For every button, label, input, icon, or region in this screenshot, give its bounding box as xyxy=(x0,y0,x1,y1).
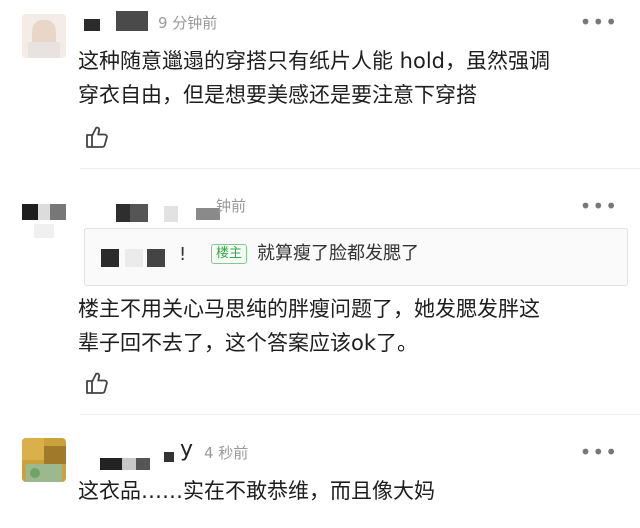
comment-item: y 4 秒前 ••• 这衣品……实在不敢恭维，而且像大妈 xyxy=(0,416,640,528)
comment-time: 9 分钟前 xyxy=(158,14,218,32)
comment-item: 钟前 ••• ! 楼主 就算瘦了脸都发腮了 楼主不用关心马思纯的胖瘦问题了，她发… xyxy=(0,170,640,416)
comment-text-line: 这衣品……实在不敢恭维，而且像大妈 xyxy=(78,479,435,503)
more-options-button[interactable]: ••• xyxy=(580,442,618,462)
username-masked[interactable] xyxy=(100,448,182,470)
comment-item: 9 分钟前 ••• 这种随意邋遢的穿搭只有纸片人能 hold，虽然强调 穿衣自由… xyxy=(0,0,640,170)
comment-text: 这衣品……实在不敢恭维，而且像大妈 xyxy=(78,474,618,508)
thumbs-up-icon xyxy=(86,372,108,394)
like-button[interactable] xyxy=(84,124,110,150)
username-tail: y xyxy=(180,437,194,462)
quote-author-suffix: ! xyxy=(179,244,187,265)
divider xyxy=(80,168,640,169)
comment-text: 楼主不用关心马思纯的胖瘦问题了，她发腮发胖这 辈子回不去了，这个答案应该ok了。 xyxy=(78,292,618,360)
comment-text-line: 楼主不用关心马思纯的胖瘦问题了，她发腮发胖这 xyxy=(78,297,540,321)
avatar[interactable] xyxy=(22,438,66,482)
op-badge: 楼主 xyxy=(211,244,248,264)
comment-time: 4 秒前 xyxy=(204,444,249,462)
avatar[interactable] xyxy=(22,14,66,58)
comment-text-line: 辈子回不去了，这个答案应该ok了。 xyxy=(78,331,419,355)
divider xyxy=(80,414,640,415)
more-options-button[interactable]: ••• xyxy=(580,12,618,32)
quoted-reply[interactable]: ! 楼主 就算瘦了脸都发腮了 xyxy=(84,228,628,286)
thumbs-up-icon xyxy=(86,126,108,148)
like-button[interactable] xyxy=(84,370,110,396)
username-masked[interactable] xyxy=(112,202,222,224)
comment-time: 钟前 xyxy=(216,197,247,215)
comment-text: 这种随意邋遢的穿搭只有纸片人能 hold，虽然强调 穿衣自由，但是想要美感还是要… xyxy=(78,44,618,112)
quote-text: 就算瘦了脸都发腮了 xyxy=(257,243,419,264)
more-options-button[interactable]: ••• xyxy=(580,196,618,216)
comment-text-line: 这种随意邋遢的穿搭只有纸片人能 hold，虽然强调 xyxy=(78,49,550,73)
avatar[interactable] xyxy=(22,198,66,242)
username-masked[interactable] xyxy=(84,10,150,32)
comment-text-line: 穿衣自由，但是想要美感还是要注意下穿搭 xyxy=(78,83,477,107)
